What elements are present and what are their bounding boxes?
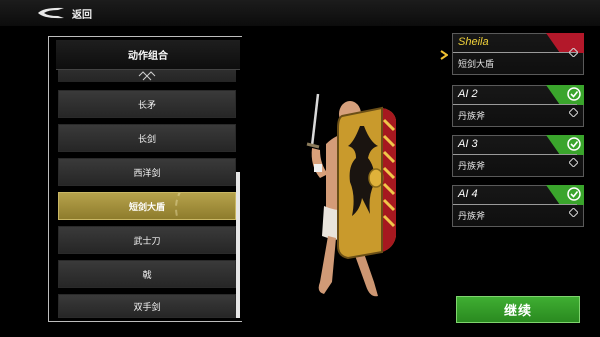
list-item-label: 长剑 bbox=[137, 134, 156, 145]
list-item-wushidao[interactable]: 武士刀 bbox=[58, 226, 236, 254]
player-weapon: 丹族斧 bbox=[458, 162, 486, 172]
back-button[interactable]: 返回 bbox=[36, 4, 106, 22]
list-item-xiyangjian[interactable]: 西洋剑 bbox=[58, 158, 236, 186]
list-item-label: 戟 bbox=[142, 270, 152, 281]
player-slot-4[interactable]: AI 4 丹族斧 bbox=[452, 185, 584, 227]
slot-divider bbox=[453, 154, 577, 155]
diamond-icon bbox=[569, 48, 578, 57]
player-name: Sheila bbox=[458, 36, 489, 48]
diamond-icon bbox=[569, 108, 578, 117]
slot-divider bbox=[453, 52, 577, 53]
continue-button[interactable]: 继续 bbox=[456, 296, 580, 323]
player-weapon: 丹族斧 bbox=[458, 212, 486, 222]
moveset-panel: 动作组合 长矛 长剑 西洋剑 短剑大盾 武士刀 戟 双手剑 bbox=[48, 36, 242, 322]
character-preview bbox=[306, 93, 396, 297]
list-item-label: 西洋剑 bbox=[133, 168, 161, 179]
scrollbar[interactable] bbox=[236, 172, 240, 318]
player-slot-2[interactable]: AI 2 丹族斧 bbox=[452, 85, 584, 127]
panel-title: 动作组合 bbox=[128, 51, 168, 62]
player-name: AI 2 bbox=[458, 88, 478, 100]
slot-divider bbox=[453, 104, 577, 105]
player-slot-3[interactable]: AI 3 丹族斧 bbox=[452, 135, 584, 177]
list-item-changmao[interactable]: 长矛 bbox=[58, 90, 236, 118]
player-name: AI 3 bbox=[458, 138, 478, 150]
list-item-label: 武士刀 bbox=[133, 236, 161, 247]
list-item-duanjiandadun[interactable]: 短剑大盾 bbox=[58, 192, 236, 220]
slot-divider bbox=[453, 204, 577, 205]
list-item-ji[interactable]: 戟 bbox=[58, 260, 236, 288]
top-bar: 返回 bbox=[0, 0, 600, 26]
list-item-changjian[interactable]: 长剑 bbox=[58, 124, 236, 152]
list-item-shuangshoujian[interactable]: 双手剑 bbox=[58, 294, 236, 318]
list-item-label: 长矛 bbox=[137, 100, 156, 111]
player-weapon: 丹族斧 bbox=[458, 112, 486, 122]
ornament-icon bbox=[138, 71, 156, 81]
slot-flag bbox=[546, 135, 584, 155]
panel-header: 动作组合 bbox=[56, 40, 240, 70]
list-item-label: 短剑大盾 bbox=[128, 202, 165, 213]
list-item-partial[interactable] bbox=[58, 70, 236, 82]
slot-flag bbox=[546, 185, 584, 205]
continue-label: 继续 bbox=[503, 304, 532, 319]
emblem-decoration bbox=[175, 193, 235, 219]
list-item-label: 双手剑 bbox=[133, 302, 161, 313]
player-slot-1[interactable]: Sheila 短剑大盾 bbox=[452, 33, 584, 75]
back-arrow-icon bbox=[38, 7, 64, 19]
selector-arrow-icon bbox=[440, 50, 448, 60]
player-name: AI 4 bbox=[458, 188, 478, 200]
slot-flag bbox=[546, 85, 584, 105]
diamond-icon bbox=[569, 158, 578, 167]
diamond-icon bbox=[569, 208, 578, 217]
back-label: 返回 bbox=[72, 9, 92, 21]
player-weapon: 短剑大盾 bbox=[458, 60, 495, 70]
